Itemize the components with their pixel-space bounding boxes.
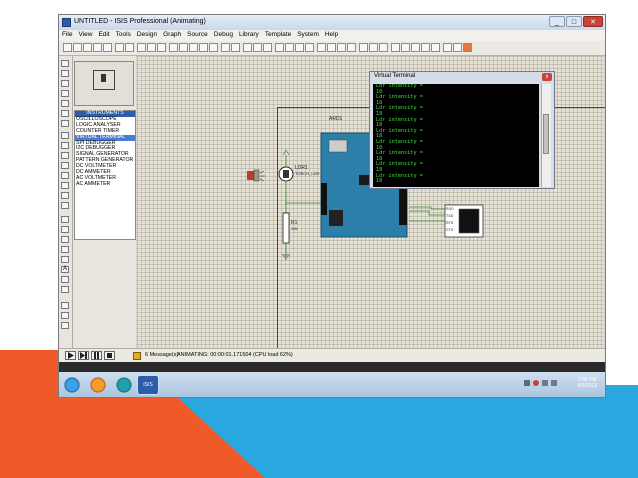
pause-button[interactable] <box>91 351 102 360</box>
stop-button[interactable] <box>104 351 115 360</box>
terminal-pin-txd: TXD <box>446 214 454 218</box>
ground-icon <box>282 254 290 260</box>
tray-volume-icon[interactable] <box>551 380 557 386</box>
torch-light-source[interactable] <box>247 169 265 182</box>
resistor-value: 10k <box>291 226 298 231</box>
step-button[interactable] <box>78 351 89 360</box>
stop-icon <box>107 353 112 358</box>
terminal-pin-rxd: RXD <box>446 207 454 211</box>
taskbar: ISIS 7:48 PM 4/5/2013 <box>59 372 605 397</box>
play-button[interactable] <box>65 351 76 360</box>
arduino-label: ARD1 <box>329 116 343 122</box>
arduino-ide-icon[interactable] <box>113 375 135 395</box>
terminal-pin-cts: CTS <box>446 228 454 232</box>
virtual-terminal-scroll-thumb[interactable] <box>543 114 549 154</box>
resistor-r1[interactable] <box>282 212 290 244</box>
start-button[interactable] <box>61 375 83 395</box>
taskbar-clock[interactable]: 7:48 PM 4/5/2013 <box>578 377 597 389</box>
message-icon[interactable] <box>133 352 141 360</box>
message-count[interactable]: 6 Message(s) <box>145 352 178 358</box>
virtual-terminal-scrollbar[interactable] <box>541 84 551 187</box>
tray-arrow-icon[interactable] <box>524 380 530 386</box>
virtual-terminal-window[interactable]: Virtual Terminal x Ldr intensity = 18 Ld… <box>369 71 555 189</box>
virtual-terminal-titlebar[interactable]: Virtual Terminal x <box>370 72 554 82</box>
animation-status: ANIMATING: 00:00:01.171504 (CPU load 62%… <box>177 352 293 358</box>
clock-date: 4/5/2013 <box>577 383 597 389</box>
power-terminal-icon <box>282 149 290 156</box>
terminal-pin-rts: RTS <box>446 221 454 225</box>
status-bar: 6 Message(s) ANIMATING: 00:00:01.171504 … <box>59 348 605 363</box>
ldr-value: TORCH_LDR <box>295 171 320 176</box>
tray-network-icon[interactable] <box>542 380 548 386</box>
window-bottom-strip <box>59 362 605 372</box>
isis-taskbar-icon[interactable]: ISIS <box>137 375 159 395</box>
virtual-terminal-title: Virtual Terminal <box>374 73 416 79</box>
system-tray <box>521 380 557 386</box>
virtual-terminal-output[interactable]: Ldr intensity = 18 Ldr intensity = 18 Ld… <box>373 84 539 187</box>
terminal-line: 18 <box>376 178 383 185</box>
pause-icon <box>94 352 99 359</box>
virtual-terminal-close-button[interactable]: x <box>542 73 552 81</box>
step-icon <box>80 352 87 359</box>
firefox-icon[interactable] <box>87 375 109 395</box>
ldr-component[interactable] <box>278 155 294 193</box>
play-icon <box>68 352 74 359</box>
screenshot-window: UNTITLED - ISIS Professional (Animating)… <box>58 14 606 398</box>
tray-security-icon[interactable] <box>533 380 539 386</box>
